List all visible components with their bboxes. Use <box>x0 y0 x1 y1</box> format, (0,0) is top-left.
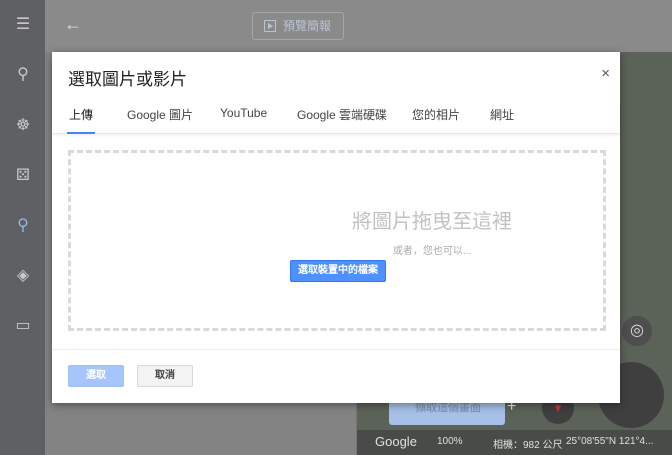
tab-google-drive[interactable]: Google 雲端硬碟 <box>297 106 387 134</box>
search-icon[interactable]: ⚲ <box>12 64 34 86</box>
dice-icon[interactable]: ⚄ <box>12 165 34 187</box>
projects-icon[interactable]: ⚲ <box>12 215 34 237</box>
close-icon[interactable]: × <box>601 65 610 82</box>
drop-or-text: 或者，您也可以... <box>392 246 472 257</box>
topbar <box>45 0 672 52</box>
select-button[interactable]: 選取 <box>68 365 124 387</box>
ruler-icon[interactable]: ▭ <box>12 315 34 337</box>
zoom-level: 100% <box>437 436 463 447</box>
menu-icon[interactable]: ☰ <box>12 14 34 36</box>
voyager-icon[interactable]: ☸ <box>12 115 34 137</box>
tab-upload[interactable]: 上傳 <box>67 106 96 134</box>
footer-divider <box>52 349 620 350</box>
coordinates: 25°08'55"N 121°4... <box>566 436 654 447</box>
tab-your-photos[interactable]: 您的相片 <box>412 106 460 134</box>
dialog-title: 選取圖片或影片 <box>68 70 187 89</box>
tab-url[interactable]: 網址 <box>490 106 514 134</box>
locate-icon[interactable]: ◎ <box>622 316 652 346</box>
tab-bar: 上傳 Google 圖片 YouTube Google 雲端硬碟 您的相片 網址 <box>52 102 620 134</box>
choose-file-button[interactable]: 選取裝置中的檔案 <box>290 260 386 282</box>
play-icon <box>264 20 276 32</box>
back-arrow-icon[interactable]: ← <box>64 14 82 35</box>
preview-button[interactable]: 預覽簡報 <box>252 12 344 40</box>
insert-image-dialog: 選取圖片或影片 × 上傳 Google 圖片 YouTube Google 雲端… <box>52 52 620 403</box>
preview-label: 預覽簡報 <box>283 19 332 33</box>
drop-zone[interactable]: 將圖片拖曳至這裡 或者，您也可以... 選取裝置中的檔案 <box>68 150 606 331</box>
capture-label: 擷取這個畫面 <box>415 402 481 414</box>
tab-google-images[interactable]: Google 圖片 <box>127 106 193 134</box>
camera-altitude: 相機：982 公尺 <box>493 440 563 451</box>
google-logo: Google <box>375 434 417 449</box>
tab-youtube[interactable]: YouTube <box>220 106 267 134</box>
sidebar: ☰ ⚲ ☸ ⚄ ⚲ ◈ ▭ <box>0 0 45 455</box>
status-bar: Google 100% 相機：982 公尺 25°08'55"N 121°4..… <box>357 430 672 455</box>
cancel-button[interactable]: 取消 <box>137 365 193 387</box>
drop-title: 將圖片拖曳至這裡 <box>352 211 512 233</box>
layers-icon[interactable]: ◈ <box>12 265 34 287</box>
